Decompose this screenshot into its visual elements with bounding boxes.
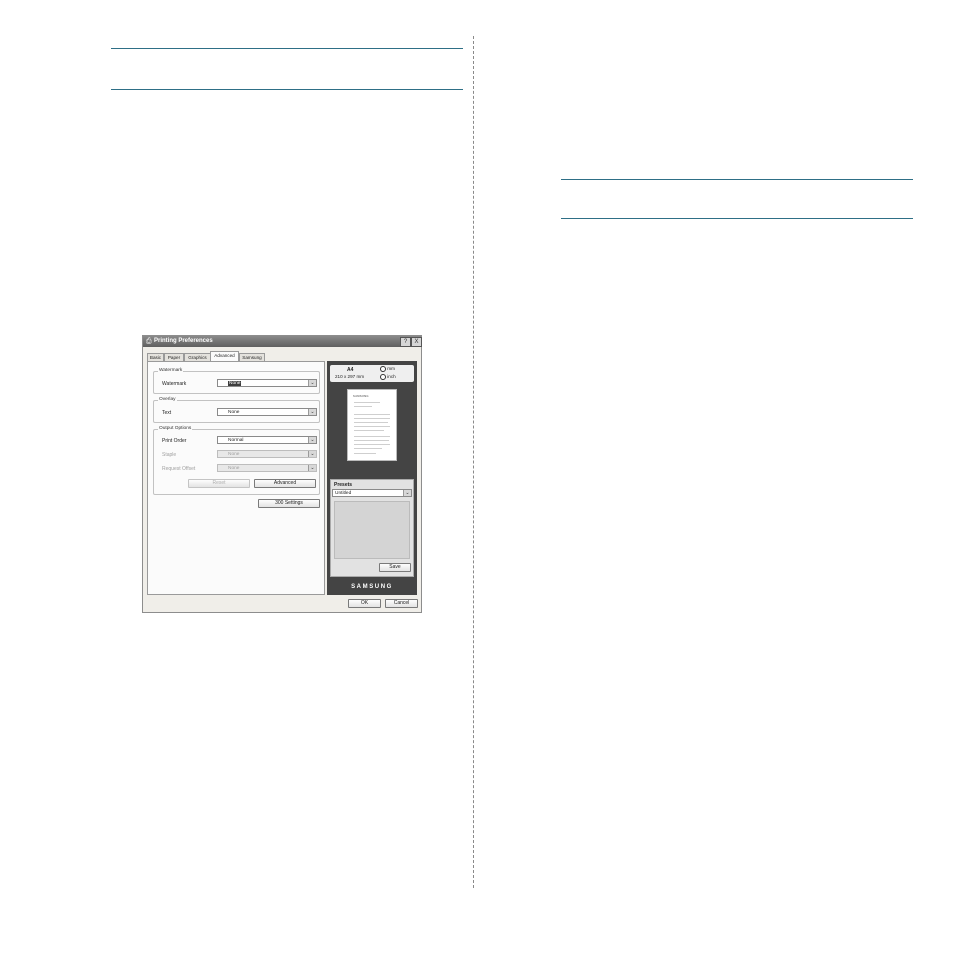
preview-text-line (354, 436, 390, 437)
top-left-rule-upper (111, 48, 463, 49)
preview-text-line (354, 453, 376, 454)
staple-select[interactable]: None ⌄ (217, 450, 317, 458)
preview-text-line (354, 426, 390, 427)
overlay-group: Overlay Text None ⌄ (153, 397, 320, 423)
printer-icon: ⎙ (146, 338, 152, 345)
watermark-select[interactable]: None ⌄ (217, 379, 317, 387)
output-options-group-label: Output Options (158, 426, 193, 432)
output-options-group: Output Options Print Order Normal ⌄ Stap… (153, 426, 320, 495)
print-order-value: Normal (228, 438, 244, 443)
chevron-down-icon[interactable]: ⌄ (308, 465, 316, 471)
advanced-tab-panel: Watermark Watermark None ⌄ Overlay Text … (147, 361, 325, 595)
presets-box: Presets Untitled ⌄ Save (330, 479, 414, 577)
presets-value: Untitled (335, 491, 352, 496)
dialog-title: Printing Preferences (154, 338, 213, 344)
unit-mm-option[interactable]: mm (380, 366, 395, 372)
request-offset-label: Request Offset (162, 466, 196, 472)
presets-label: Presets (334, 482, 353, 488)
unit-inch-label: inch (387, 374, 396, 380)
watermark-value: None (228, 381, 242, 386)
preview-text-line (354, 406, 372, 407)
request-offset-select[interactable]: None ⌄ (217, 464, 317, 472)
chevron-down-icon[interactable]: ⌄ (308, 451, 316, 457)
preview-text-line (354, 402, 380, 403)
close-button[interactable]: X (411, 337, 422, 347)
preview-text-line (354, 414, 390, 415)
chevron-down-icon[interactable]: ⌄ (308, 437, 316, 443)
chevron-down-icon[interactable]: ⌄ (403, 490, 411, 496)
samsung-logo: SAMSUNG (351, 584, 393, 590)
watermark-group: Watermark Watermark None ⌄ (153, 368, 320, 394)
tab-basic[interactable]: Basic (147, 353, 164, 361)
ok-button[interactable]: OK (348, 599, 381, 608)
printing-preferences-dialog: ⎙ Printing Preferences ? X Basic Paper G… (142, 335, 422, 613)
top-left-rule-lower (111, 89, 463, 90)
unit-inch-option[interactable]: inch (380, 374, 396, 380)
cancel-button[interactable]: Cancel (385, 599, 418, 608)
overlay-text-label: Text (162, 410, 172, 416)
chevron-down-icon[interactable]: ⌄ (308, 380, 316, 386)
presets-select[interactable]: Untitled ⌄ (332, 489, 412, 497)
overlay-group-label: Overlay (158, 397, 177, 403)
tab-paper[interactable]: Paper (164, 353, 184, 361)
overlay-text-value: None (228, 410, 240, 415)
preview-text-line (354, 440, 389, 441)
paper-size-label: A4 (347, 367, 354, 373)
watermark-group-label: Watermark (158, 368, 184, 374)
preview-text-line (354, 444, 390, 445)
dialog-titlebar: ⎙ Printing Preferences ? X (143, 336, 422, 347)
staple-label: Staple (162, 452, 177, 458)
print-order-select[interactable]: Normal ⌄ (217, 436, 317, 444)
unit-inch-radio[interactable] (380, 374, 386, 380)
preview-text-line (354, 448, 382, 449)
paper-dimensions-label: 210 x 297 mm (335, 374, 365, 379)
preview-pane: A4 210 x 297 mm mm inch SAMSUNG Presets … (327, 361, 417, 595)
preview-text-line (354, 422, 388, 423)
tab-graphics[interactable]: Graphics (184, 353, 211, 361)
tab-samsung[interactable]: Samsung (239, 353, 265, 361)
unit-mm-radio[interactable] (380, 366, 386, 372)
right-rule-lower (561, 218, 913, 219)
settings-button[interactable]: 300 Settings (258, 499, 320, 508)
page-preview: SAMSUNG (347, 389, 397, 461)
column-divider (473, 36, 474, 888)
help-button[interactable]: ? (400, 337, 411, 347)
right-rule-upper (561, 179, 913, 180)
save-preset-button[interactable]: Save (379, 563, 411, 572)
request-offset-value: None (228, 466, 240, 471)
watermark-label: Watermark (162, 381, 187, 387)
staple-value: None (228, 452, 240, 457)
advanced-button[interactable]: Advanced (254, 479, 316, 488)
chevron-down-icon[interactable]: ⌄ (308, 409, 316, 415)
preview-text-line (354, 430, 384, 431)
overlay-text-select[interactable]: None ⌄ (217, 408, 317, 416)
preview-text-line (354, 418, 390, 419)
print-order-label: Print Order (162, 438, 187, 444)
presets-list[interactable] (334, 501, 410, 559)
paper-info-box: A4 210 x 297 mm mm inch (330, 365, 414, 382)
paper-logo: SAMSUNG (353, 394, 369, 398)
reset-button[interactable]: Reset (188, 479, 250, 488)
unit-mm-label: mm (387, 366, 395, 372)
